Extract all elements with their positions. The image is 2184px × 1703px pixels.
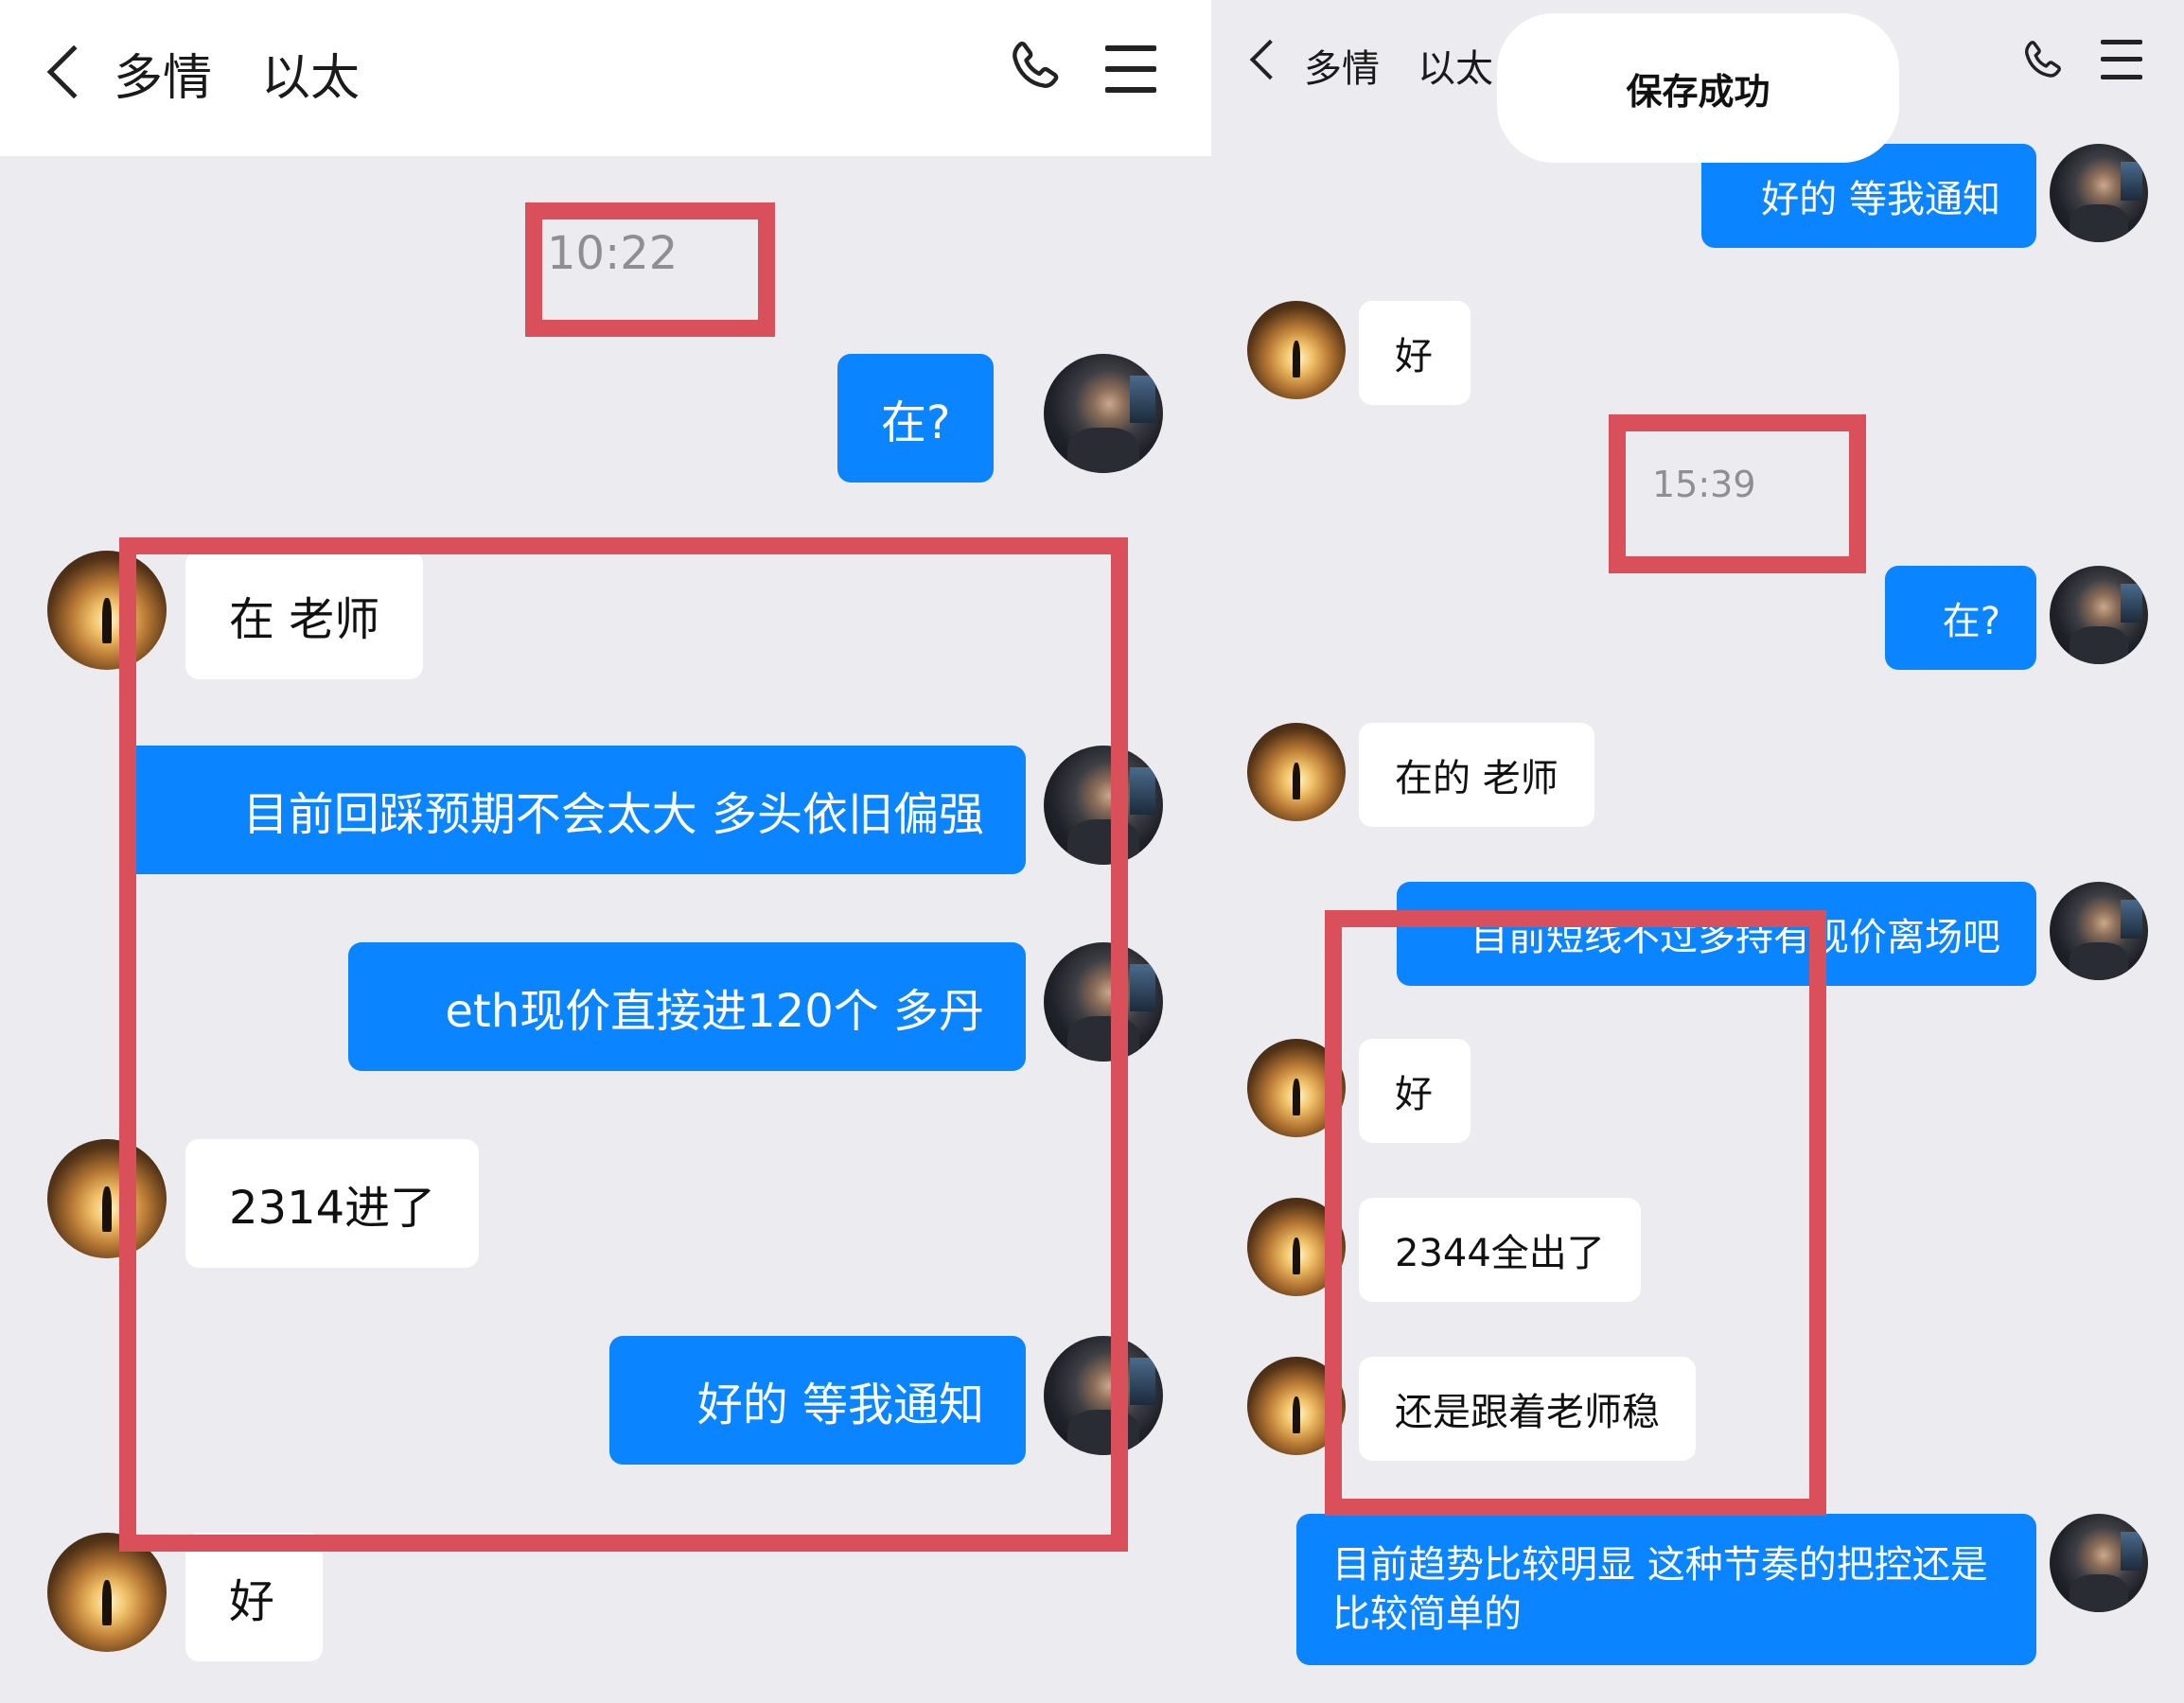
message-bubble[interactable]: 在?: [837, 354, 995, 483]
avatar[interactable]: [2050, 882, 2148, 980]
back-icon[interactable]: [1249, 39, 1291, 80]
message-bubble[interactable]: 好: [185, 1533, 323, 1661]
phone-icon[interactable]: [2017, 38, 2067, 87]
highlight-box: [1325, 910, 1826, 1516]
phone-icon[interactable]: [1003, 38, 1066, 100]
highlight-box: [1609, 414, 1866, 573]
menu-icon[interactable]: [2101, 40, 2142, 79]
chat-title: 多情 以太: [114, 50, 361, 107]
avatar[interactable]: [2050, 1514, 2148, 1612]
right-chat-screen: 多情 以太 好的 等我通知 好 15:39 在? 在的 老师 目前短线不过多持有…: [1211, 0, 2184, 1703]
message-bubble[interactable]: 好: [1359, 301, 1471, 405]
avatar[interactable]: [1044, 354, 1163, 473]
highlight-box: [525, 202, 775, 337]
message-bubble[interactable]: 在的 老师: [1359, 723, 1594, 827]
avatar[interactable]: [1247, 301, 1346, 399]
menu-icon[interactable]: [1105, 45, 1156, 93]
chat-header: 多情 以太: [0, 0, 1211, 156]
avatar[interactable]: [1247, 723, 1346, 821]
avatar[interactable]: [2050, 566, 2148, 664]
left-chat-screen: 多情 以太 10:22 在? 在 老师 目前回踩预期不会太大 多头依旧偏强 et…: [0, 0, 1211, 1703]
toast-save-success: 保存成功: [1497, 13, 1899, 163]
chat-title: 多情 以太: [1304, 47, 1493, 91]
highlight-box: [119, 537, 1128, 1552]
message-bubble[interactable]: 目前趋势比较明显 这种节奏的把控还是比较简单的: [1296, 1514, 2036, 1665]
message-bubble[interactable]: 在?: [1885, 566, 2036, 670]
avatar[interactable]: [2050, 144, 2148, 242]
back-icon[interactable]: [46, 44, 101, 99]
